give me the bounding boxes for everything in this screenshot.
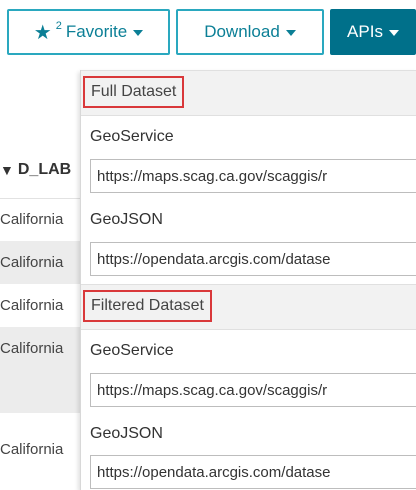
chevron-down-icon (133, 30, 144, 36)
filtered-geoservice-label: GeoService (90, 342, 174, 359)
filtered-geojson-url-field[interactable]: https://opendata.arcgis.com/datase (90, 455, 416, 489)
table-row-band (0, 370, 90, 413)
download-label: Download (204, 22, 280, 41)
apis-dropdown-menu: Full Dataset GeoService https://maps.sca… (80, 70, 416, 490)
full-geojson-label: GeoJSON (90, 211, 163, 228)
table-cell: California (0, 211, 64, 228)
favorite-count: 2 (55, 20, 62, 32)
filtered-geoservice-url-field[interactable]: https://maps.scag.ca.gov/scaggis/r (90, 373, 416, 407)
favorite-button[interactable]: ★ 2 Favorite (7, 9, 170, 55)
column-header-label: D_LAB (17, 161, 72, 178)
table-row[interactable]: California (0, 241, 90, 284)
filter-icon[interactable]: ▼ (0, 162, 14, 178)
table-row[interactable]: California (0, 284, 90, 327)
star-icon: ★ (33, 21, 52, 44)
download-button[interactable]: Download (176, 9, 324, 55)
table-cell: California (0, 441, 64, 458)
full-geoservice-url-field[interactable]: https://maps.scag.ca.gov/scaggis/r (90, 159, 416, 193)
apis-label: APIs (347, 22, 383, 41)
full-geojson-url-field[interactable]: https://opendata.arcgis.com/datase (90, 242, 416, 276)
filtered-geojson-label: GeoJSON (90, 425, 163, 442)
apis-button[interactable]: APIs (330, 9, 416, 55)
table-row[interactable]: California (0, 428, 90, 471)
table-cell: California (0, 254, 64, 271)
table-cell: California (0, 297, 64, 314)
table-cell: California (0, 340, 64, 357)
full-dataset-title: Full Dataset (83, 76, 185, 108)
column-header[interactable]: ▼ D_LAB (0, 142, 90, 199)
full-geoservice-label: GeoService (90, 128, 174, 145)
filtered-dataset-title: Filtered Dataset (83, 290, 212, 322)
full-dataset-section-header: Full Dataset (81, 70, 416, 116)
chevron-down-icon (388, 30, 399, 36)
chevron-down-icon (285, 30, 296, 36)
table-row[interactable]: California (0, 198, 90, 241)
favorite-label: Favorite (65, 22, 128, 41)
filtered-dataset-section-header: Filtered Dataset (81, 284, 416, 330)
table-row[interactable]: California (0, 327, 90, 370)
